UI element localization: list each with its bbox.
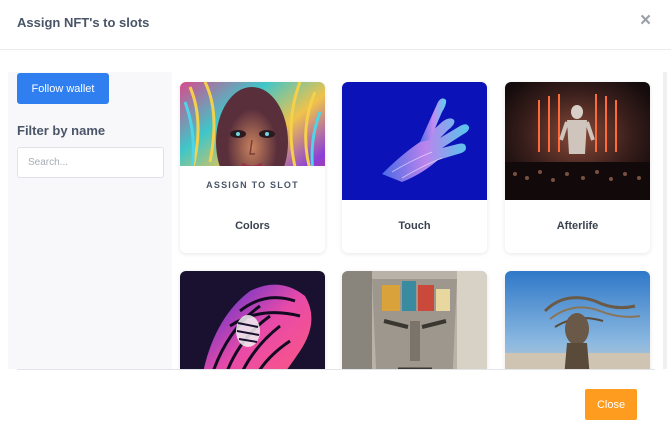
nft-name: Afterlife — [556, 220, 599, 232]
nft-image-5 — [342, 271, 487, 369]
filter-sidebar: Follow wallet Filter by name — [8, 72, 172, 369]
nft-card-4[interactable] — [180, 271, 325, 369]
modal-header: Assign NFT's to slots × — [0, 0, 671, 50]
modal-title: Assign NFT's to slots — [17, 15, 150, 30]
nft-card-6[interactable] — [505, 271, 650, 369]
nft-grid: ASSIGN TO SLOT Colors Touch Afterlife — [172, 72, 663, 369]
nft-name: Touch — [398, 220, 431, 232]
nft-card-touch[interactable]: Touch — [342, 82, 487, 253]
nft-card-afterlife[interactable]: Afterlife — [505, 82, 650, 253]
assign-to-slot-button[interactable]: ASSIGN TO SLOT — [180, 180, 325, 190]
follow-wallet-button[interactable]: Follow wallet — [17, 73, 109, 104]
nft-image-6 — [505, 271, 650, 369]
nft-card-5[interactable] — [342, 271, 487, 369]
nft-card-colors[interactable]: ASSIGN TO SLOT Colors — [180, 82, 325, 253]
nft-image-4 — [180, 271, 325, 369]
footer-divider — [17, 369, 655, 370]
grid-scrollbar[interactable] — [663, 72, 667, 369]
search-input[interactable] — [17, 147, 164, 178]
filter-label: Filter by name — [17, 123, 106, 138]
nft-image-afterlife — [505, 82, 650, 200]
nft-image-touch — [342, 82, 487, 200]
close-button[interactable]: Close — [585, 389, 637, 420]
close-icon[interactable]: × — [640, 11, 651, 31]
nft-name: Colors — [235, 220, 270, 232]
